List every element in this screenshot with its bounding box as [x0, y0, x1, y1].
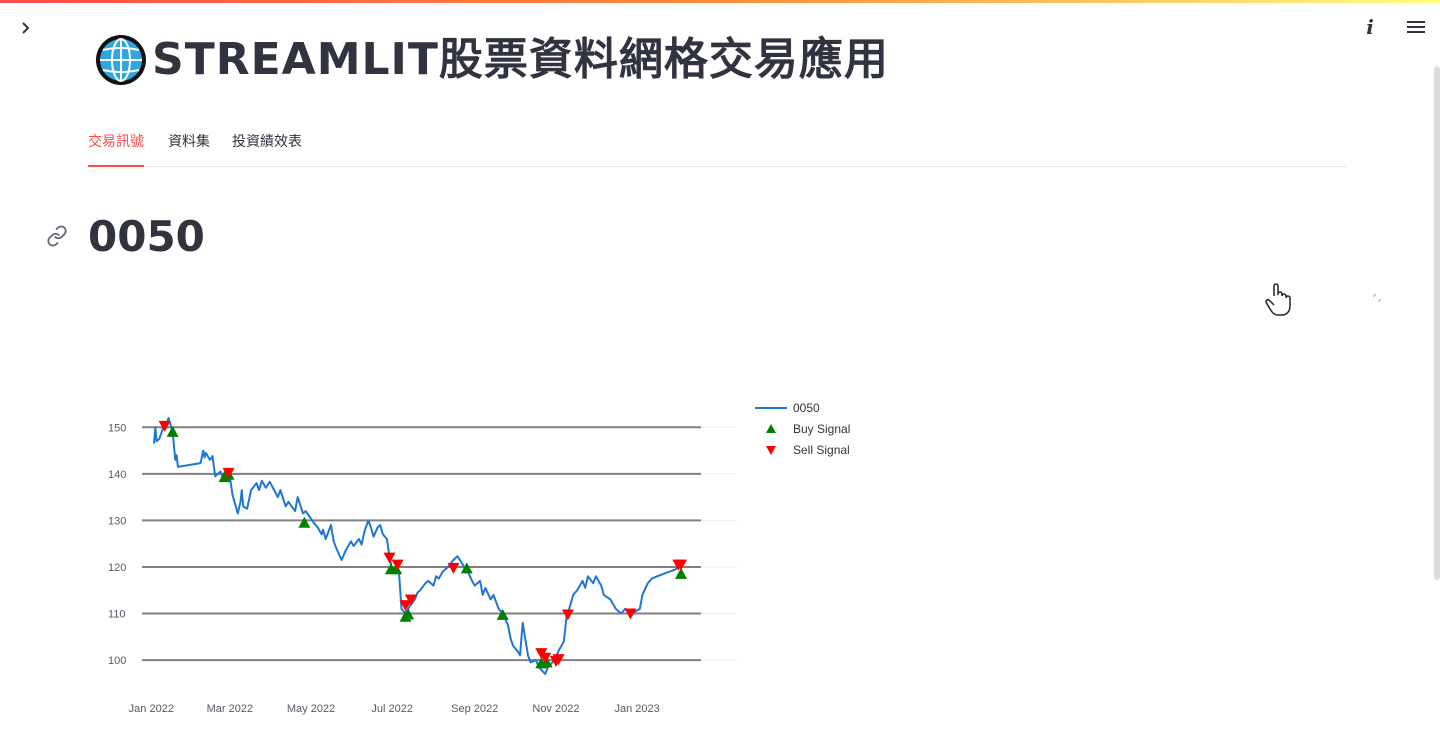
y-tick-label: 120 [108, 562, 126, 574]
legend-label: Sell Signal [793, 443, 850, 457]
x-tick-label: Jul 2022 [371, 703, 413, 715]
app-title: STREAMLIT股票資料網格交易應用 [152, 34, 889, 85]
y-tick-label: 130 [108, 515, 126, 527]
x-tick-label: May 2022 [287, 703, 335, 715]
header-toolbar: i [1358, 14, 1428, 40]
sell-signal-marker [447, 562, 460, 574]
heading-anchor-link[interactable] [46, 225, 68, 247]
series-line-0050 [153, 417, 682, 675]
hamburger-menu-icon [1407, 21, 1425, 33]
legend-label: Buy Signal [793, 422, 850, 436]
x-tick-label: Nov 2022 [532, 703, 579, 715]
tab-performance-table[interactable]: 投資績效表 [232, 132, 302, 165]
y-tick-label: 140 [108, 469, 126, 481]
expand-chart-icon[interactable] [1373, 294, 1381, 302]
legend-swatch-buy [766, 424, 776, 433]
legend-swatch-sell [766, 446, 776, 455]
section-heading: 0050 [88, 212, 205, 261]
x-tick-label: Jan 2023 [614, 703, 659, 715]
main-menu-button[interactable] [1404, 14, 1428, 40]
page-scrollbar[interactable] [1434, 66, 1440, 580]
globe-icon [96, 35, 146, 85]
link-icon [47, 225, 67, 247]
x-tick-label: Sep 2022 [451, 703, 498, 715]
y-tick-label: 110 [108, 609, 126, 621]
info-icon: i [1366, 15, 1374, 39]
sell-signal-marker [561, 609, 574, 621]
tab-dataset[interactable]: 資料集 [168, 132, 210, 165]
tab-trading-signals[interactable]: 交易訊號 [88, 132, 144, 167]
sidebar-toggle-button[interactable] [14, 16, 38, 40]
tab-bar: 交易訊號 資料集 投資績效表 [88, 124, 1346, 167]
app-title-row: STREAMLIT股票資料網格交易應用 [94, 30, 889, 90]
scrollbar-thumb[interactable] [1434, 66, 1440, 580]
y-tick-label: 150 [108, 422, 126, 434]
price-chart-svg: 100 110 120 130 140 150 Jan 2022 Mar 2022 May 20… [108, 401, 850, 715]
legend-label: 0050 [793, 401, 820, 415]
price-chart: 100 110 120 130 140 150 Jan 2022 Mar 2022 May 20… [80, 390, 880, 730]
chevron-right-icon [22, 22, 30, 34]
x-tick-label: Mar 2022 [207, 703, 253, 715]
top-decoration-bar [0, 0, 1440, 3]
info-button[interactable]: i [1358, 14, 1382, 40]
x-tick-label: Jan 2022 [129, 703, 174, 715]
hand-cursor-icon [1265, 283, 1291, 316]
y-tick-label: 100 [108, 655, 126, 667]
buy-signal-marker [298, 516, 311, 528]
